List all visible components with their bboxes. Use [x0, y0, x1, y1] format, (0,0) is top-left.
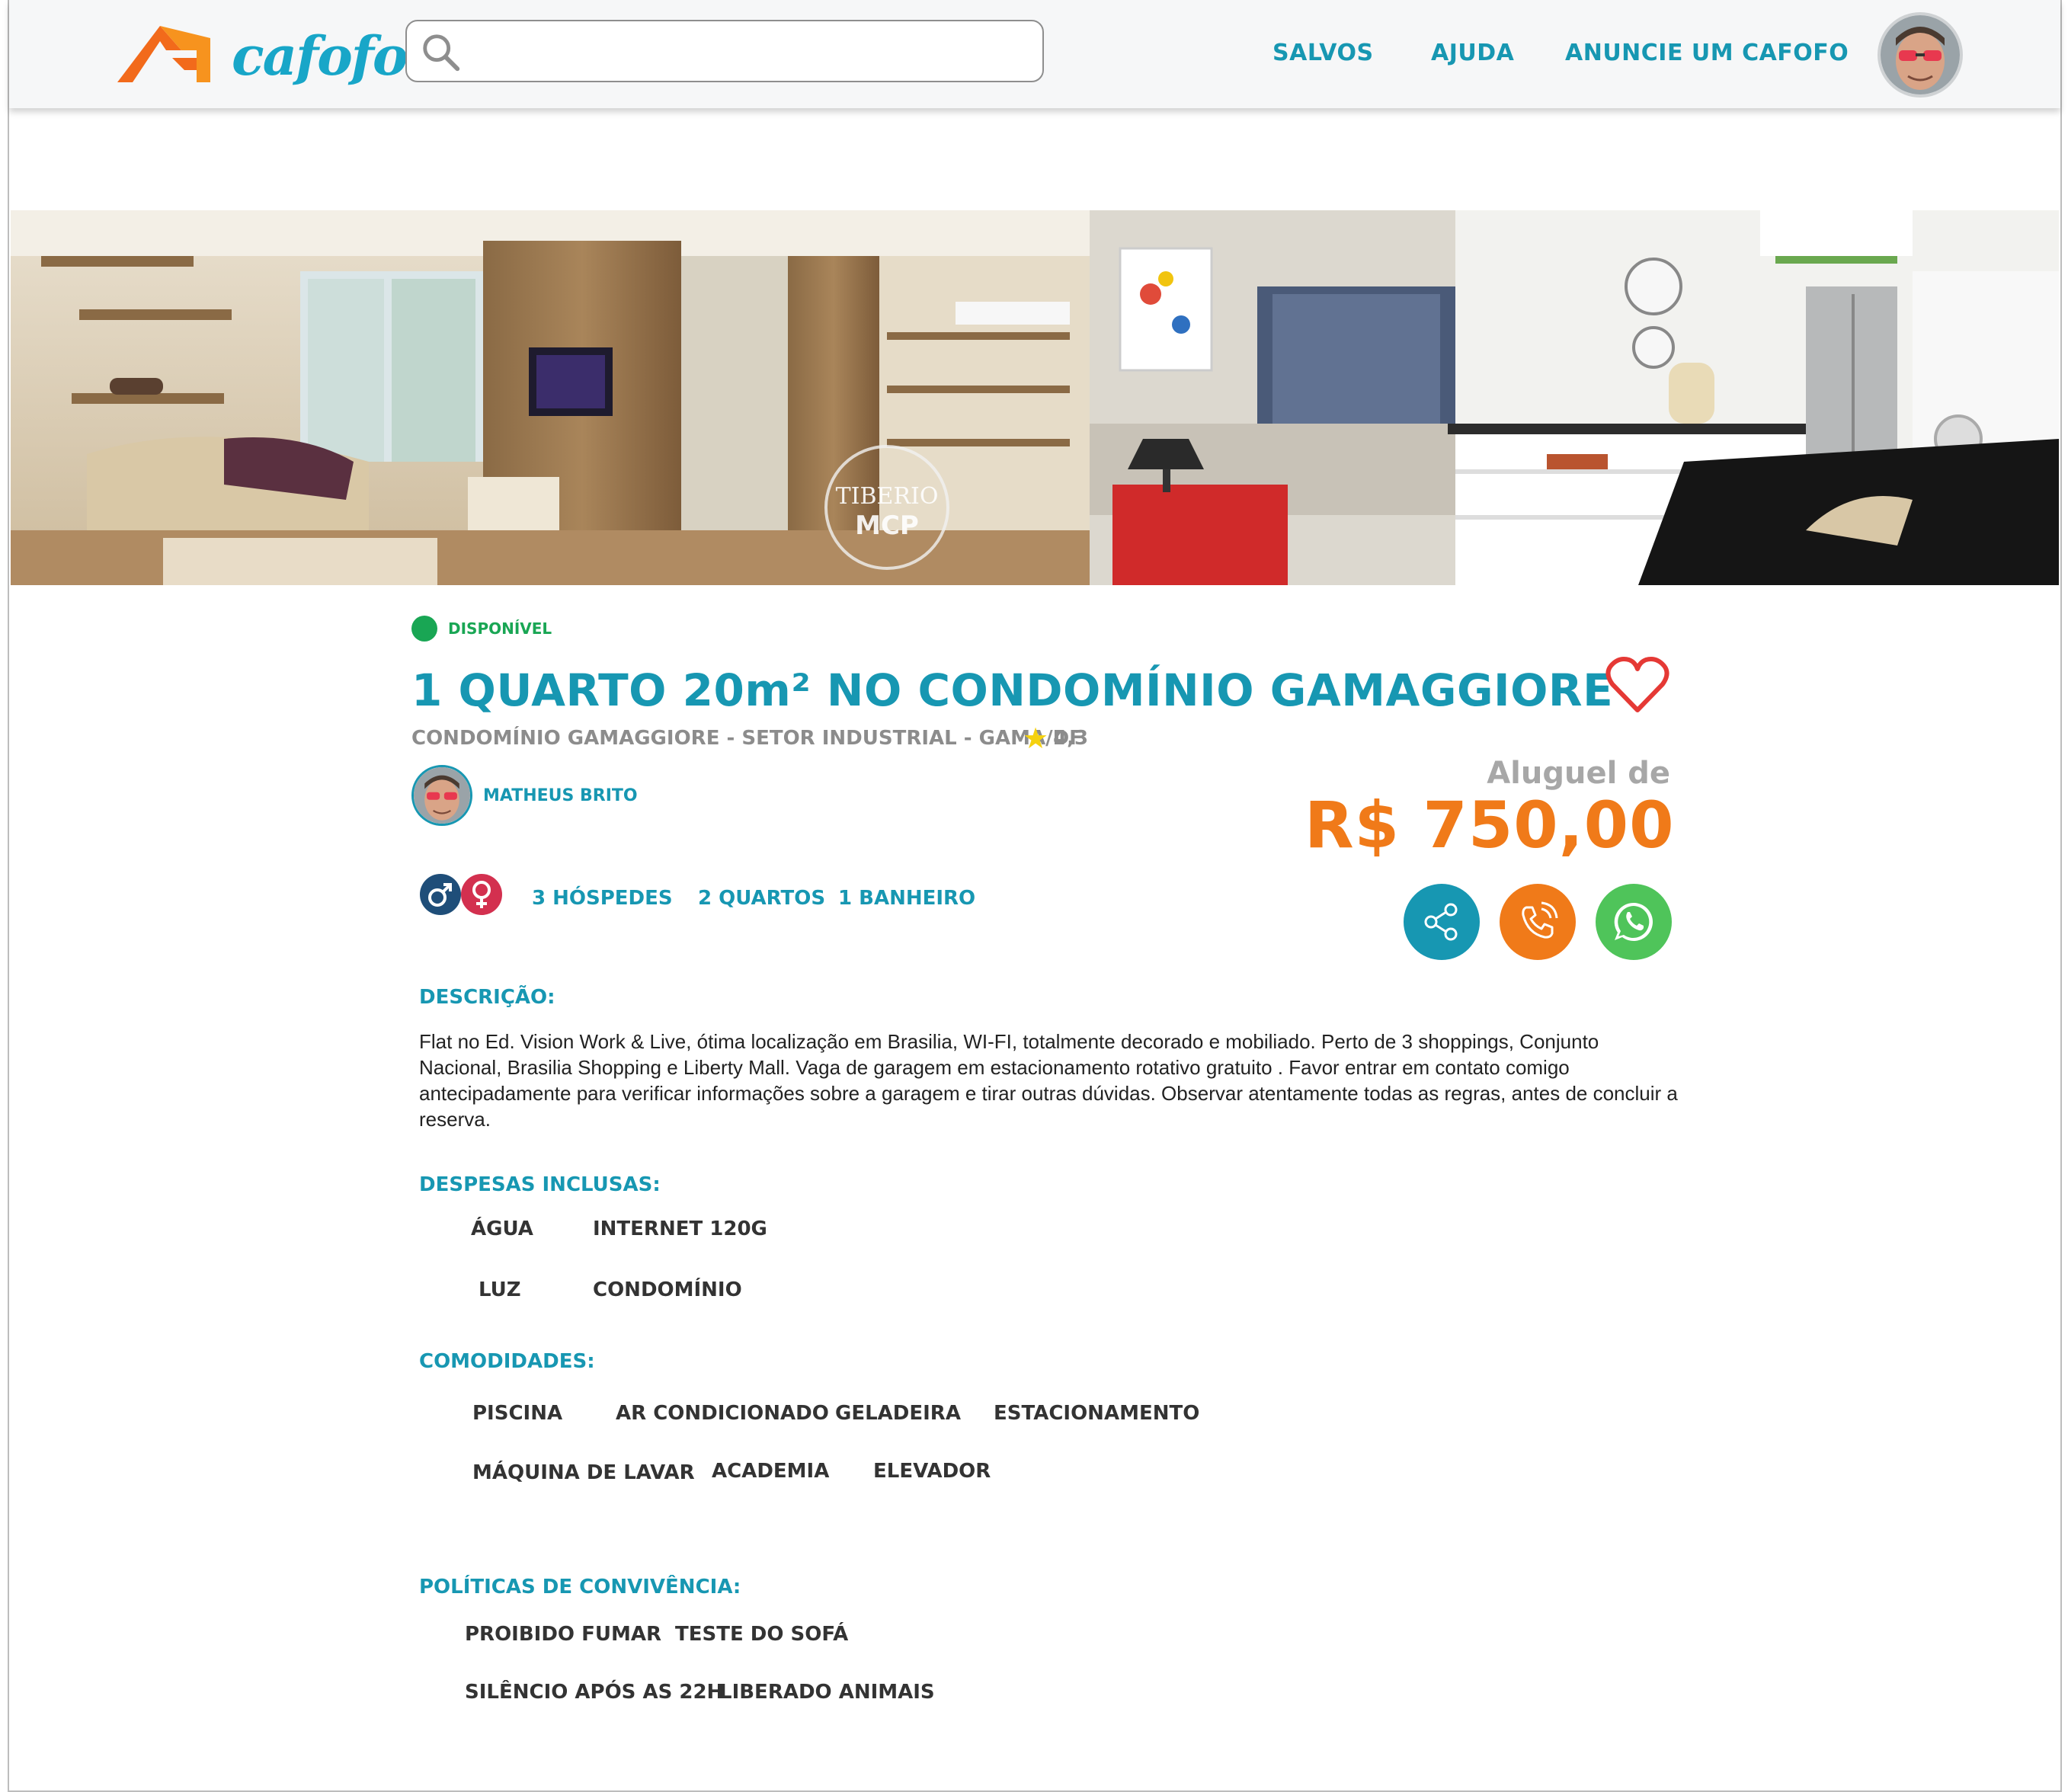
policy-item-no-smoking: PROIBIDO FUMAR	[465, 1623, 661, 1646]
search-bar[interactable]	[405, 20, 1044, 82]
call-button[interactable]	[1500, 884, 1576, 960]
feature-rooms: 2 QUARTOS	[698, 887, 826, 910]
search-input[interactable]	[475, 29, 1024, 73]
policy-item-pets-allowed: LIBERADO ANIMAIS	[719, 1681, 935, 1704]
description-text: Flat no Ed. Vision Work & Live, ótima lo…	[419, 1030, 1678, 1131]
photo-gallery[interactable]: TIBERIO MCP	[11, 210, 2059, 585]
heart-icon[interactable]	[1605, 655, 1670, 716]
availability-status: DISPONÍVEL	[411, 616, 552, 642]
policies-title: POLÍTICAS DE CONVIVÊNCIA:	[419, 1576, 741, 1598]
amenity-item-fridge: GELADEIRA	[835, 1402, 961, 1425]
price-label: Aluguel de	[1487, 756, 1670, 791]
top-header: cafofo SALVOS AJUDA ANUNCIE UM CAFOFO	[9, 0, 2060, 108]
female-icon	[461, 874, 502, 915]
amenities-title: COMODIDADES:	[419, 1350, 595, 1373]
living-room-image: TIBERIO MCP	[11, 210, 1090, 585]
nav-advertise[interactable]: ANUNCIE UM CAFOFO	[1565, 40, 1849, 66]
host-avatar[interactable]	[411, 765, 472, 826]
expense-item-electricity: LUZ	[479, 1278, 521, 1301]
whatsapp-icon	[1614, 902, 1653, 941]
user-avatar[interactable]	[1878, 12, 1963, 98]
expense-item-internet: INTERNET 120G	[593, 1218, 767, 1240]
logo-wordmark: cafofo	[232, 24, 408, 88]
amenity-item-gym: ACADEMIA	[712, 1460, 830, 1483]
male-icon	[420, 874, 461, 915]
host-avatar-image	[414, 767, 470, 824]
status-dot	[411, 616, 437, 642]
phone-icon	[1522, 901, 1558, 939]
photo-kitchen[interactable]	[1090, 210, 2059, 585]
description-title: DESCRIÇÃO:	[419, 986, 555, 1009]
amenity-item-washer: MÁQUINA DE LAVAR	[472, 1461, 695, 1484]
status-label: DISPONÍVEL	[448, 619, 552, 638]
amenity-item-elevator: ELEVADOR	[873, 1460, 991, 1483]
nav-help[interactable]: AJUDA	[1431, 40, 1514, 66]
price-value: R$ 750,00	[1305, 788, 1675, 862]
gender-icons	[420, 874, 502, 915]
star-icon: ★	[1023, 722, 1049, 755]
search-icon[interactable]	[419, 30, 463, 75]
amenity-item-pool: PISCINA	[472, 1402, 563, 1425]
photo-living-room[interactable]: TIBERIO MCP	[11, 210, 1090, 585]
logo-house-icon	[117, 26, 210, 82]
expenses-title: DESPESAS INCLUSAS:	[419, 1173, 661, 1196]
kitchen-image	[1090, 210, 2059, 585]
feature-guests: 3 HÓSPEDES	[532, 887, 673, 910]
page-frame: cafofo SALVOS AJUDA ANUNCIE UM CAFOFO TI…	[8, 0, 2062, 1792]
user-avatar-image	[1881, 15, 1960, 94]
listing-title: 1 QUARTO 20m² NO CONDOMÍNIO GAMAGGIORE	[411, 664, 1614, 716]
policy-item-sofa-test: TESTE DO SOFÁ	[675, 1623, 849, 1646]
expense-item-condo: CONDOMÍNIO	[593, 1278, 742, 1301]
whatsapp-button[interactable]	[1596, 884, 1672, 960]
host-name[interactable]: MATHEUS BRITO	[483, 786, 638, 805]
share-icon	[1424, 903, 1458, 941]
watermark-text-1: TIBERIO	[836, 483, 939, 510]
logo[interactable]: cafofo	[117, 20, 408, 92]
rating-value: 4,3	[1053, 727, 1089, 750]
share-button[interactable]	[1404, 884, 1480, 960]
amenity-item-parking: ESTACIONAMENTO	[994, 1402, 1200, 1425]
policy-item-quiet-hours: SILÊNCIO APÓS AS 22H	[465, 1681, 724, 1704]
listing-location: CONDOMÍNIO GAMAGGIORE - SETOR INDUSTRIAL…	[411, 727, 1083, 750]
feature-bathrooms: 1 BANHEIRO	[838, 887, 976, 910]
amenity-item-ac: AR CONDICIONADO	[616, 1402, 829, 1425]
watermark-text-2: MCP	[855, 510, 919, 541]
rating: ★ 4,3	[1023, 724, 1088, 753]
nav-saved[interactable]: SALVOS	[1272, 40, 1374, 66]
expense-item-water: ÁGUA	[471, 1218, 533, 1240]
